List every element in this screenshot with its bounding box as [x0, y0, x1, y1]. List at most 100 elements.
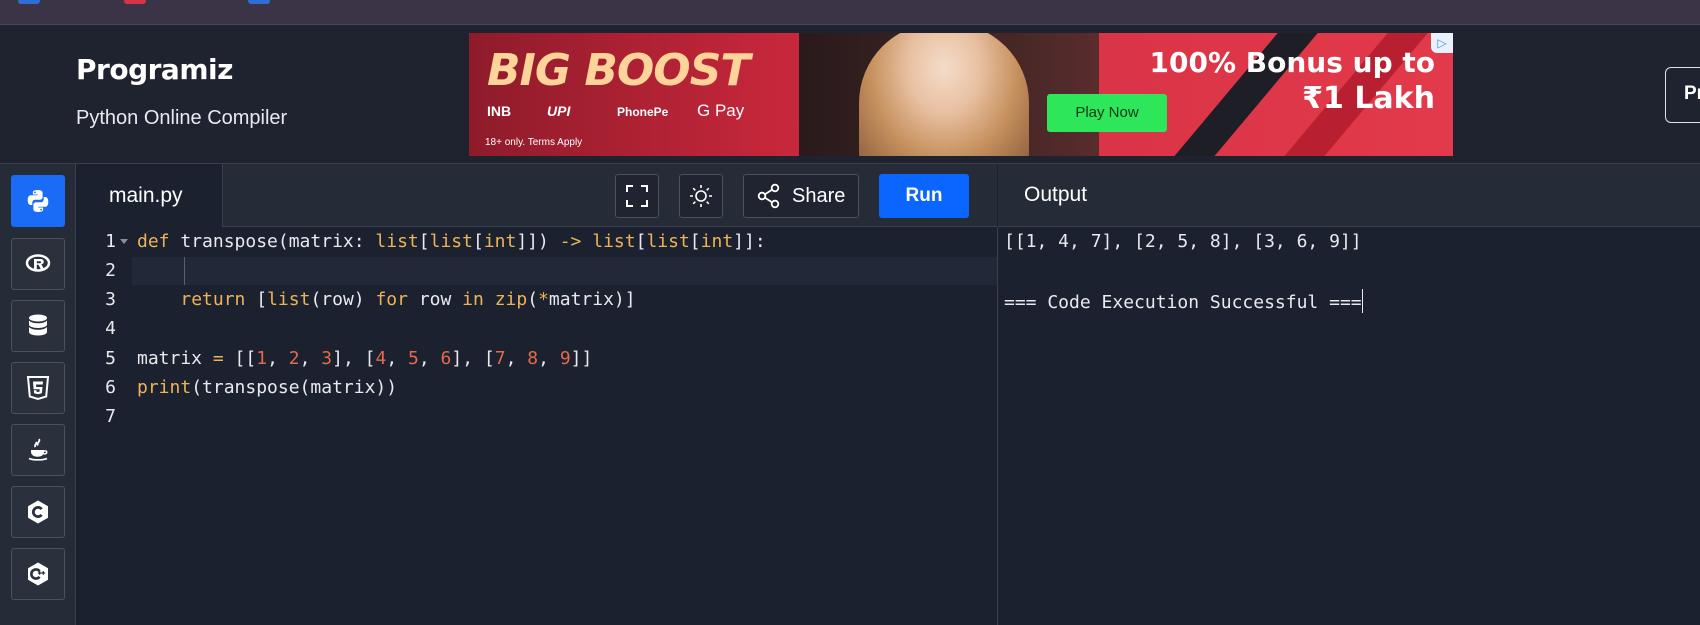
fullscreen-button[interactable]: [615, 174, 659, 218]
run-label: Run: [905, 185, 943, 206]
ad-headline: BIG BOOST: [487, 45, 750, 96]
token-text: [[: [223, 348, 257, 369]
java-icon: [28, 438, 48, 461]
token-number: 7: [494, 348, 506, 369]
output-success-text: === Code Execution Successful ===: [1004, 292, 1362, 313]
token-text: ,: [299, 348, 322, 369]
c-icon: [28, 500, 48, 524]
token-text: transpose(matrix:: [169, 231, 376, 252]
output-title: Output: [1024, 183, 1088, 206]
fold-arrow-icon[interactable]: [120, 239, 128, 244]
ad-bonus-text: 100% Bonus up to ₹1 Lakh: [1150, 45, 1435, 117]
token-text: ,: [267, 348, 289, 369]
line-number: 6: [105, 377, 116, 398]
token-text: (: [527, 289, 539, 310]
token-builtin: zip: [494, 289, 528, 310]
html5-icon: [26, 376, 50, 401]
python-icon: [27, 190, 49, 212]
browser-tab-strip: [0, 0, 1700, 25]
line-number: 2: [105, 260, 116, 281]
cpp-icon: [28, 562, 48, 586]
line-number: 3: [105, 289, 116, 310]
lang-sql-button[interactable]: [11, 300, 65, 352]
token-text: ]]: [570, 348, 593, 369]
lang-c-button[interactable]: [11, 486, 65, 538]
code-line-6: print(transpose(matrix)): [137, 377, 997, 398]
token-text: ,: [505, 348, 528, 369]
ad-photo: [859, 33, 1029, 156]
token-text: (transpose(matrix)): [191, 377, 398, 398]
fullscreen-icon: [626, 185, 648, 207]
token-text: (row): [310, 289, 376, 310]
tab-indicator-blue-2: [248, 0, 270, 4]
text-cursor: [1361, 289, 1363, 313]
tab-indicator-red: [124, 0, 146, 4]
lang-r-button[interactable]: [11, 238, 65, 290]
sun-icon: [690, 185, 712, 207]
line-number: 5: [105, 348, 116, 369]
token-builtin: list: [429, 231, 473, 252]
token-keyword: def: [137, 231, 170, 252]
token-builtin: list: [646, 231, 690, 252]
share-label: Share: [792, 185, 846, 207]
run-button[interactable]: Run: [879, 174, 969, 218]
token-builtin: int: [483, 231, 517, 252]
token-text: ], [: [451, 348, 495, 369]
lang-python-button[interactable]: [11, 175, 65, 227]
output-line: === Code Execution Successful ===: [1004, 289, 1363, 313]
ad-choices-icon[interactable]: ▷: [1431, 33, 1453, 53]
line-number: 4: [105, 318, 116, 339]
token-operator: *: [538, 289, 549, 310]
token-number: 8: [527, 348, 539, 369]
database-icon: [29, 314, 47, 336]
token-text: [: [245, 289, 268, 310]
ad-payment-phonepe: PhonePe: [617, 105, 669, 119]
indent-guide: [184, 257, 185, 285]
output-panel[interactable]: [[1, 4, 7], [2, 5, 8], [3, 6, 9]] === Co…: [998, 227, 1700, 625]
token-number: 2: [288, 348, 300, 369]
ad-play-now-button[interactable]: Play Now: [1047, 94, 1167, 132]
token-text: [: [689, 231, 701, 252]
advertisement-banner[interactable]: BIG BOOST INB UPI PhonePe G Pay 18+ only…: [469, 33, 1453, 156]
token-builtin: int: [700, 231, 734, 252]
lang-html-button[interactable]: [11, 362, 65, 414]
file-tab-label: main.py: [109, 184, 183, 207]
output-line: [[1, 4, 7], [2, 5, 8], [3, 6, 9]]: [1004, 231, 1362, 252]
lang-cpp-button[interactable]: [11, 548, 65, 600]
site-header: Programiz Python Online Compiler BIG BOO…: [0, 25, 1700, 164]
tab-indicator-blue: [18, 0, 40, 4]
token-builtin: list: [267, 289, 311, 310]
token-number: 5: [408, 348, 419, 369]
file-tab-main-py[interactable]: main.py: [76, 164, 223, 227]
token-text: matrix)]: [548, 289, 636, 310]
r-icon: [25, 254, 51, 272]
token-text: ]]:: [733, 231, 766, 252]
theme-toggle-button[interactable]: [679, 174, 723, 218]
output-header: Output: [998, 164, 1700, 227]
token-keyword: in: [462, 289, 484, 310]
logo-text: Programiz: [76, 53, 233, 86]
token-text: ,: [538, 348, 560, 369]
share-button[interactable]: Share: [743, 174, 859, 218]
token-text: [: [418, 231, 430, 252]
line-number: 1: [105, 231, 116, 252]
page-subtitle: Python Online Compiler: [76, 107, 288, 129]
token-operator: =: [212, 348, 224, 369]
ad-terms: 18+ only. Terms Apply: [485, 137, 583, 148]
language-sidebar: [0, 164, 76, 625]
token-text: matrix: [137, 348, 213, 369]
programiz-logo[interactable]: Programiz: [76, 53, 233, 86]
token-text: ]]): [516, 231, 560, 252]
code-line-1: def transpose(matrix: list[list[int]]) -…: [137, 231, 997, 252]
header-pro-button[interactable]: Pr: [1665, 67, 1700, 123]
token-keyword: for: [375, 289, 408, 310]
token-number: 4: [375, 348, 387, 369]
editor-toolbar: main.py Share Run: [76, 164, 997, 227]
ad-payment-inb: INB: [487, 103, 512, 119]
share-icon: [757, 183, 780, 209]
code-line-5: matrix = [[1, 2, 3], [4, 5, 6], [7, 8, 9…: [137, 348, 997, 369]
lang-java-button[interactable]: [11, 424, 65, 476]
token-builtin: list: [375, 231, 419, 252]
code-editor[interactable]: 1 2 3 4 5 6 7 def transpose(matrix: list…: [76, 227, 998, 625]
